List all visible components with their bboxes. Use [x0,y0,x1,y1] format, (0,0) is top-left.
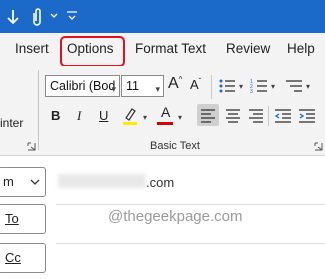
underline-button[interactable]: U [99,108,108,123]
from-button[interactable]: m [0,167,46,197]
down-arrow-icon[interactable] [6,8,20,26]
customize-icon[interactable] [66,11,78,21]
to-label: To [5,211,19,226]
tab-format-text[interactable]: Format Text [135,41,206,56]
chevron-down-icon[interactable]: ▾ [306,82,310,91]
chevron-down-icon [30,179,40,185]
italic-button[interactable]: I [77,108,81,124]
font-color-swatch [157,122,173,125]
options-highlight [60,36,125,67]
cc-label: Cc [5,250,21,265]
shrink-font-button[interactable]: Aˇ [190,77,201,92]
grow-font-button[interactable]: A^ [168,75,182,93]
to-button[interactable]: To [0,204,46,234]
chevron-down-icon: ▾ [111,84,116,94]
from-email-suffix: .com [146,175,175,190]
compose-area: m .com To @thegeekpage.com Cc [0,157,325,279]
left-group-label: inter [0,116,24,130]
font-size-value: 11 [126,79,139,93]
dialog-launcher-icon[interactable] [314,142,323,151]
chevron-down-icon[interactable]: ▾ [178,113,182,122]
align-center-icon[interactable] [225,107,241,123]
font-name-value: Calibri (Bod [50,79,116,93]
chevron-down-icon: ▾ [155,84,160,94]
dialog-launcher-icon[interactable] [27,142,36,151]
tab-insert[interactable]: Insert [15,41,49,56]
multilevel-list-icon[interactable] [285,77,303,95]
numbering-icon[interactable]: 1 2 3 [250,77,268,95]
chevron-down-icon[interactable]: ▾ [239,82,243,91]
tab-review[interactable]: Review [226,41,270,56]
bold-button[interactable]: B [51,108,60,123]
tab-help[interactable]: Help [287,41,315,56]
cc-button[interactable]: Cc [0,243,46,273]
basic-text-group-label: Basic Text [150,140,200,152]
cc-input[interactable] [56,243,325,273]
align-left-icon[interactable] [200,107,216,123]
decrease-indent-icon[interactable] [274,107,292,123]
increase-indent-icon[interactable] [298,107,316,123]
redacted-email [58,174,146,188]
bullets-icon[interactable] [218,77,236,95]
chevron-down-icon[interactable]: ▾ [271,82,275,91]
chevron-down-icon[interactable] [50,12,58,20]
font-size-select[interactable]: 11 ▾ [121,75,164,97]
align-right-icon[interactable] [248,107,264,123]
ribbon: inter Calibri (Bod ▾ 11 ▾ A^ Aˇ ▾ 1 2 3 … [0,66,325,156]
highlighter-icon[interactable] [121,106,139,126]
title-bar [0,0,325,33]
font-color-button[interactable]: A [161,104,170,120]
svg-text:3: 3 [250,89,253,95]
font-name-select[interactable]: Calibri (Bod ▾ [45,75,120,97]
chevron-down-icon[interactable]: ▾ [143,113,147,122]
watermark: @thegeekpage.com [108,208,243,225]
attach-icon[interactable] [30,7,44,27]
ribbon-tabs: Insert Options Format Text Review Help [0,33,325,67]
